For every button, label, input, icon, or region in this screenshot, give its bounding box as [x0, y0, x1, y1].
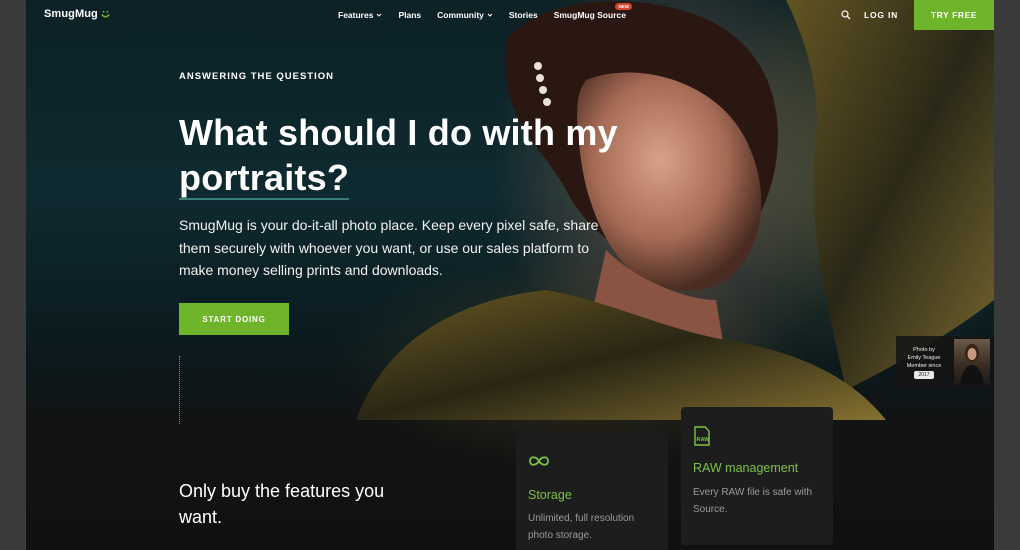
- svg-text:RAW: RAW: [697, 437, 711, 443]
- nav-item-features[interactable]: Features: [338, 10, 382, 20]
- hero-description: SmugMug is your do-it-all photo place. K…: [179, 217, 599, 278]
- chevron-down-icon: [487, 13, 493, 17]
- nav-item-label: Community: [437, 10, 484, 20]
- raw-file-icon: RAW: [694, 426, 711, 446]
- scroll-indicator: [179, 356, 180, 424]
- smile-logo-icon: [101, 10, 110, 18]
- nav-item-community[interactable]: Community: [437, 10, 493, 20]
- nav-item-smugmug-source[interactable]: SmugMug Source NEW: [553, 3, 632, 20]
- hero-eyebrow: ANSWERING THE QUESTION: [179, 71, 335, 82]
- feature-card-title: RAW management: [693, 461, 799, 475]
- nav-item-stories[interactable]: Stories: [509, 10, 538, 20]
- features-heading: Only buy the features you want.: [179, 481, 385, 527]
- nav-item-label: Features: [338, 10, 374, 20]
- chevron-down-icon: [377, 13, 382, 17]
- nav-item-label: Stories: [508, 10, 538, 20]
- feature-card-raw-management[interactable]: RAW RAW management Every RAW file is saf…: [681, 407, 833, 545]
- photographer-avatar-image: [960, 344, 984, 385]
- member-since-year: 2017: [914, 370, 934, 379]
- login-link[interactable]: LOG IN: [864, 10, 898, 20]
- try-free-button[interactable]: TRY FREE: [914, 0, 994, 30]
- hero-headline: What should I do with my portraits?: [179, 110, 699, 200]
- photo-credit-text: Photo by Emily Teague Member since 2017: [900, 346, 948, 379]
- infinity-icon: [529, 456, 549, 466]
- member-since-label: Member since: [906, 362, 942, 369]
- feature-card-description: Unlimited, full resolution photo storage…: [528, 513, 635, 541]
- feature-card-storage[interactable]: Storage Unlimited, full resolution photo…: [516, 433, 668, 550]
- nav-item-label: Plans: [398, 10, 422, 20]
- top-navigation: SmugMug Features Plans Community Stories: [26, 0, 994, 30]
- hero-portrait-image: [356, 0, 994, 420]
- logo-text: SmugMug: [44, 8, 98, 20]
- nav-links: Features Plans Community Stories SmugMug…: [338, 3, 632, 20]
- page: SmugMug Features Plans Community Stories: [26, 0, 994, 550]
- smugmug-logo[interactable]: SmugMug: [44, 8, 111, 20]
- headline-line-2: portraits?: [179, 157, 350, 200]
- headline-line-1: What should I do with my: [179, 112, 618, 153]
- photo-credit[interactable]: Photo by Emily Teague Member since 2017: [896, 336, 994, 388]
- feature-card-description: Every RAW file is safe with Source.: [693, 487, 813, 515]
- nav-item-label: SmugMug Source: [553, 10, 626, 20]
- feature-card-title: Storage: [528, 488, 572, 502]
- nav-item-plans[interactable]: Plans: [398, 10, 421, 20]
- photo-credit-by: Photo by: [913, 346, 935, 353]
- photographer-avatar: [954, 339, 990, 385]
- new-badge: NEW: [615, 3, 632, 10]
- photographer-name: Emily Teague: [907, 354, 941, 361]
- search-icon[interactable]: [841, 10, 851, 20]
- start-doing-button[interactable]: START DOING: [179, 303, 289, 335]
